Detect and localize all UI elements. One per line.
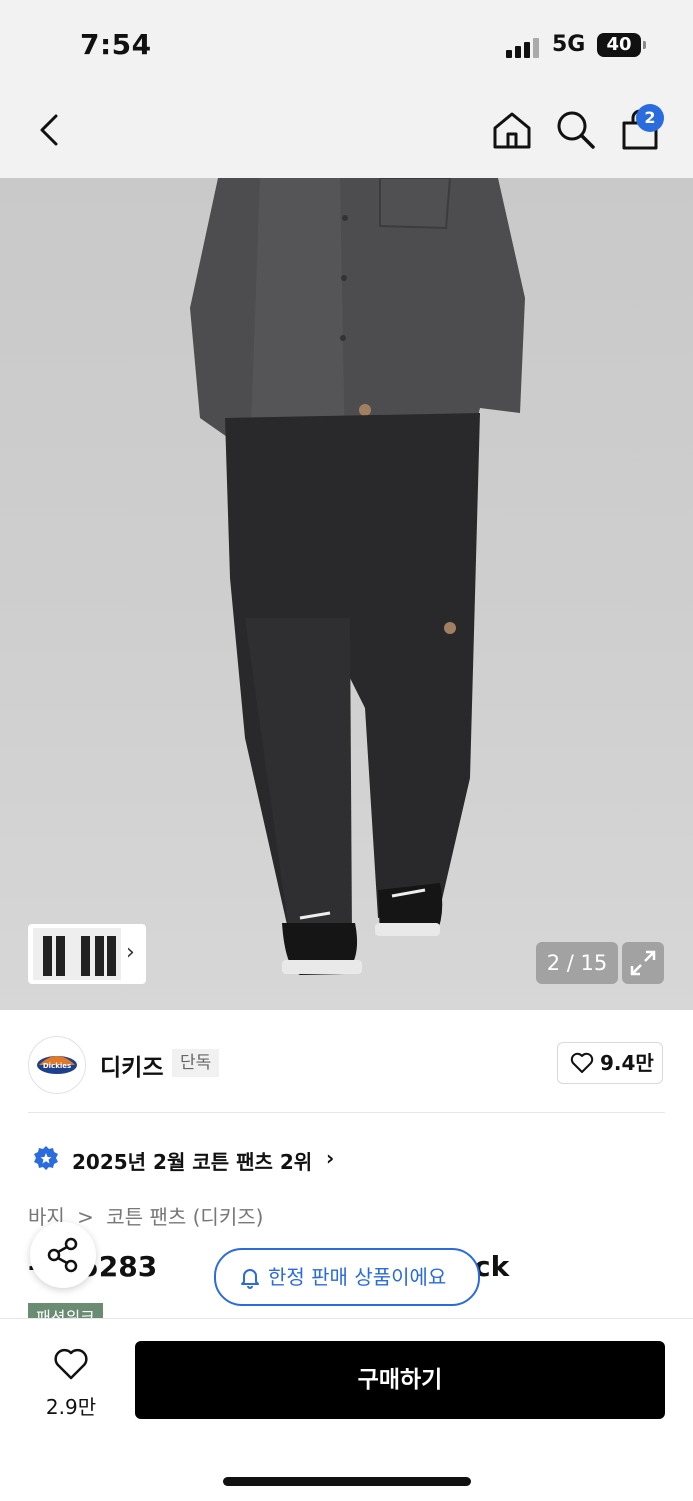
wishlist-count: 2.9만 (45, 1395, 97, 1419)
network-type: 5G (552, 32, 586, 57)
buy-button[interactable]: 구매하기 (135, 1341, 665, 1419)
product-image[interactable]: › 2 / 15 (0, 178, 693, 1010)
search-icon (557, 111, 595, 149)
home-indicator (223, 1477, 471, 1486)
home-icon (493, 112, 531, 149)
chevron-left-icon (40, 114, 58, 146)
chevron-right-icon: › (326, 1146, 335, 1170)
thumbnail-image (33, 928, 121, 980)
divider (28, 1112, 665, 1113)
brand-logo-text: Dickies (43, 1062, 71, 1070)
ranking-badge-icon (34, 1146, 58, 1170)
product-photo (190, 178, 525, 975)
image-counter: 2 / 15 (536, 942, 618, 984)
status-time: 7:54 (80, 28, 152, 61)
back-button[interactable] (30, 108, 74, 152)
share-icon (47, 1237, 78, 1273)
cart-count-badge: 2 (636, 104, 664, 132)
limited-sale-label: 한정 판매 상품이에요 (268, 1265, 447, 1289)
home-button[interactable] (490, 108, 534, 152)
expand-icon (630, 950, 656, 976)
exclusive-tag: 단독 (172, 1049, 220, 1077)
ranking-link[interactable]: 2025년 2월 코튼 팬츠 2위 (72, 1146, 312, 1175)
brand-logo[interactable]: Dickies (28, 1036, 86, 1094)
signal-icon (506, 36, 540, 58)
brand-like-button[interactable]: 9.4만 (557, 1042, 663, 1084)
brand-name[interactable]: 디키즈 (100, 1048, 163, 1082)
chevron-right-icon: › (126, 940, 135, 965)
share-button[interactable] (30, 1222, 96, 1288)
battery-icon: 40 (597, 33, 646, 57)
thumbnail-strip[interactable]: › (28, 924, 146, 984)
top-bar: 7:54 5G 40 2 (0, 0, 693, 178)
dickies-logo-icon: Dickies (37, 1056, 77, 1074)
heart-icon (570, 1052, 594, 1073)
bell-icon (241, 1269, 259, 1289)
heart-icon (54, 1348, 88, 1380)
breadcrumb-item[interactable]: 코튼 팬츠 (디키즈) (106, 1205, 263, 1229)
expand-button[interactable] (622, 942, 664, 984)
brand-like-count: 9.4만 (600, 1051, 654, 1075)
wishlist-button[interactable]: 2.9만 (32, 1343, 110, 1419)
search-button[interactable] (554, 108, 598, 152)
limited-sale-notice[interactable]: 한정 판매 상품이에요 (214, 1248, 480, 1306)
bottom-action-bar: 2.9만 구매하기 (0, 1318, 693, 1501)
